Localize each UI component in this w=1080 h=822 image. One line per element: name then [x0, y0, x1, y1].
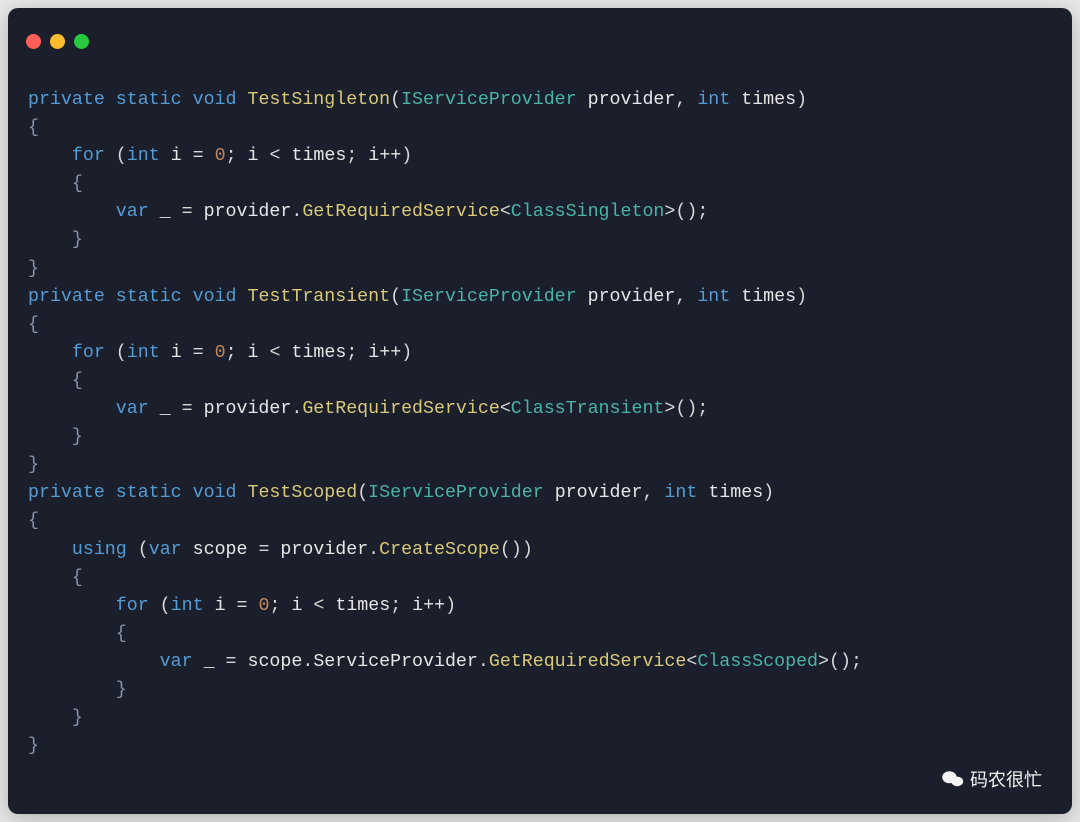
kw-static: static — [116, 90, 182, 110]
var-scope: scope — [193, 540, 248, 560]
window-titlebar — [8, 8, 1072, 56]
type-iserviceprovider: IServiceProvider — [401, 90, 577, 110]
code-window: private static void TestSingleton(IServi… — [8, 8, 1072, 814]
kw-int: int — [697, 90, 730, 110]
code-block: private static void TestSingleton(IServi… — [8, 56, 1072, 780]
kw-using: using — [72, 540, 127, 560]
type-classtransient: ClassTransient — [511, 399, 665, 419]
zoom-traffic-light-icon[interactable] — [74, 34, 89, 49]
type-classscoped: ClassScoped — [697, 652, 818, 672]
wechat-icon — [942, 770, 964, 788]
fn-testscoped: TestScoped — [247, 483, 357, 503]
param-times: times — [741, 90, 796, 110]
close-traffic-light-icon[interactable] — [26, 34, 41, 49]
kw-var: var — [116, 202, 149, 222]
fn-testtransient: TestTransient — [247, 287, 390, 307]
num-zero: 0 — [215, 146, 226, 166]
param-provider: provider — [588, 90, 676, 110]
kw-private: private — [28, 90, 105, 110]
fn-getrequiredservice: GetRequiredService — [302, 202, 499, 222]
brace-open: { — [28, 118, 39, 138]
fn-createscope: CreateScope — [379, 540, 500, 560]
kw-void: void — [193, 90, 237, 110]
watermark: 码农很忙 — [942, 766, 1042, 792]
prop-serviceprovider: ServiceProvider — [313, 652, 478, 672]
watermark-text: 码农很忙 — [970, 766, 1042, 792]
kw-for: for — [72, 146, 105, 166]
fn-testsingleton: TestSingleton — [247, 90, 390, 110]
type-classsingleton: ClassSingleton — [511, 202, 665, 222]
brace-close: } — [28, 259, 39, 279]
minimize-traffic-light-icon[interactable] — [50, 34, 65, 49]
